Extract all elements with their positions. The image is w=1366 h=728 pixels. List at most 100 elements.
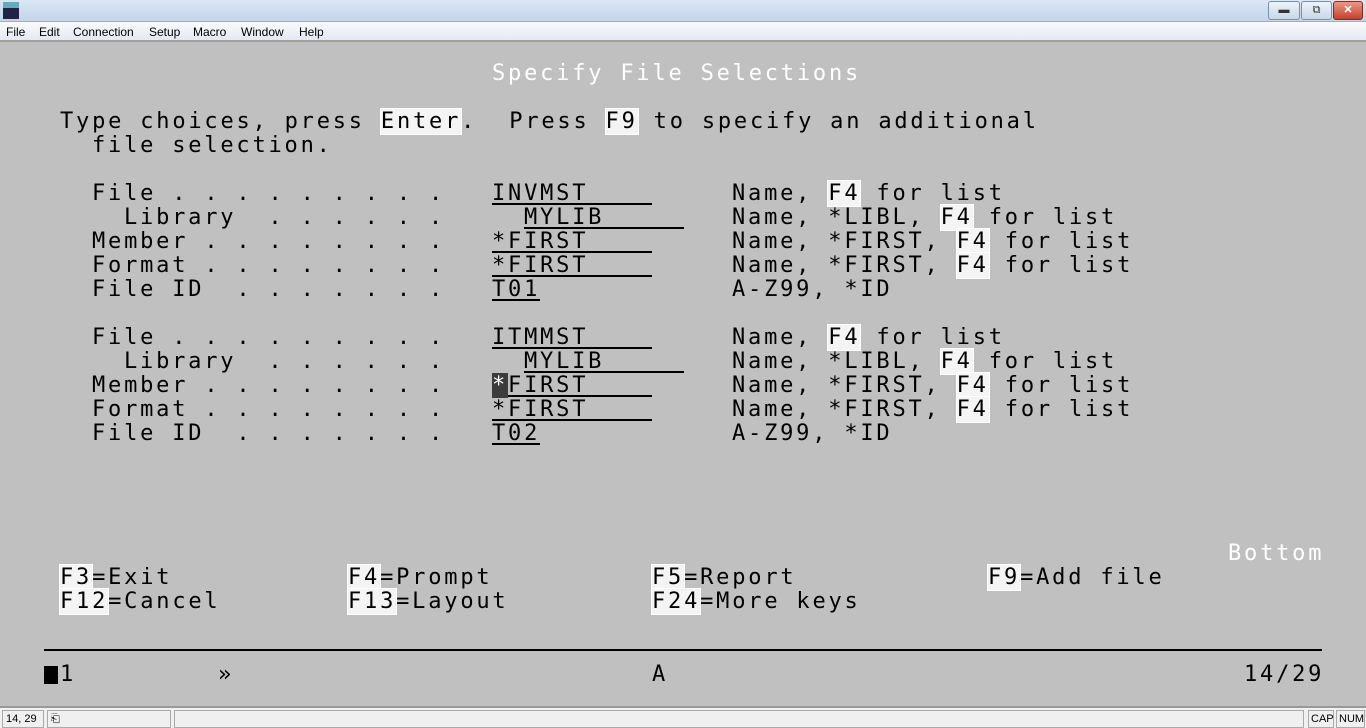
text: Name, *FIRST, [732,253,957,278]
session-number: 1 [60,662,77,687]
library-label: Library . . . . . . [124,349,445,374]
library-input-2[interactable]: MYLIB [524,351,684,373]
text: for list [988,373,1134,398]
status-message [174,710,1304,728]
label: =Exit [92,565,173,590]
key: F9 [986,564,1022,591]
label: =Report [684,565,797,590]
enter-key-hint[interactable]: Enter [379,108,463,135]
f4-key-hint[interactable]: F4 [939,348,974,375]
f4-key-hint[interactable]: F4 [827,324,862,351]
format-input-1[interactable]: *FIRST [492,255,652,277]
key: F13 [346,588,398,615]
text: for list [860,325,1005,350]
format-help: Name, *FIRST, F4 for list [732,396,1134,423]
file-help: Name, F4 for list [732,180,1005,207]
text-cursor: * [492,373,509,398]
caps-lock-indicator: CAP [1308,710,1334,728]
instructions-line-2: file selection. [92,133,333,158]
text: to specify an additional [637,109,1039,134]
label: =More keys [700,589,861,614]
text: . Press [461,109,606,134]
text: for list [972,205,1118,230]
file-id-help: A-Z99, *ID [732,277,893,302]
restore-button[interactable]: ⧉ [1301,1,1332,20]
key: F4 [346,564,382,591]
file-id-input-2[interactable]: T02 [492,423,540,445]
fkey-f24[interactable]: F24=More keys [650,588,861,615]
ibm-logo-icon[interactable] [3,2,19,19]
f4-key-hint[interactable]: F4 [955,372,990,399]
title-bar: ▬ ⧉ ✕ [0,0,1366,22]
minimize-button[interactable]: ▬ [1268,1,1300,20]
format-label: Format . . . . . . . . [92,397,445,422]
file-id-label: File ID . . . . . . . [92,421,445,446]
more-indicator: Bottom [1228,541,1325,566]
text: for list [972,349,1118,374]
file-id-input-1[interactable]: T01 [492,279,540,301]
text: for list [988,253,1134,278]
fkey-f9[interactable]: F9=Add file [986,564,1165,591]
text: FIRST [508,373,589,398]
member-input-2[interactable]: *FIRST [492,373,652,398]
key: F5 [650,564,686,591]
file-input-2[interactable]: ITMMST [492,327,652,349]
text: for list [860,181,1005,206]
file-label: File . . . . . . . . . [92,325,445,350]
file-id-help: A-Z99, *ID [732,421,893,446]
text: Name, [732,181,829,206]
screen-title: Specify File Selections [492,61,862,86]
status-position: 14, 29 [2,710,44,728]
key: F12 [58,588,110,615]
menu-connection[interactable]: Connection [73,25,134,39]
mode-indicator: A [652,662,669,687]
format-help: Name, *FIRST, F4 for list [732,252,1134,279]
library-input-1[interactable]: MYLIB [524,207,684,229]
file-input-1[interactable]: INVMST [492,183,652,205]
text: Name, *FIRST, [732,397,957,422]
library-label: Library . . . . . . [124,205,445,230]
library-help: Name, *LIBL, F4 for list [732,348,1118,375]
status-bar: 14, 29 ⎗ CAP NUM [0,706,1366,728]
menu-edit[interactable]: Edit [39,25,60,39]
label: =Add file [1020,565,1165,590]
member-help: Name, *FIRST, F4 for list [732,372,1134,399]
f4-key-hint[interactable]: F4 [827,180,862,207]
member-label: Member . . . . . . . . [92,229,445,254]
f4-key-hint[interactable]: F4 [955,396,990,423]
menu-setup[interactable]: Setup [149,25,180,39]
fkey-f5[interactable]: F5=Report [650,564,797,591]
key: F3 [58,564,94,591]
text: Name, *FIRST, [732,229,957,254]
f4-key-hint[interactable]: F4 [955,228,990,255]
text: Name, [732,325,829,350]
connection-plug-icon: ⎗ [47,710,171,728]
label: =Layout [396,589,509,614]
menu-window[interactable]: Window [241,25,284,39]
text: Name, *LIBL, [732,349,941,374]
label: =Cancel [108,589,221,614]
member-input-1[interactable]: *FIRST [492,231,652,253]
close-button[interactable]: ✕ [1333,1,1363,20]
text: for list [988,397,1134,422]
key: F24 [650,588,702,615]
terminal-screen[interactable]: Specify File Selections Type choices, pr… [0,43,1366,706]
member-help: Name, *FIRST, F4 for list [732,228,1133,255]
f4-key-hint[interactable]: F4 [939,204,974,231]
fkey-f3[interactable]: F3=Exit [58,564,173,591]
menu-macro[interactable]: Macro [193,25,226,39]
label: =Prompt [380,565,493,590]
oia-divider [44,649,1322,651]
menu-file[interactable]: File [6,25,25,39]
fkey-f13[interactable]: F13=Layout [346,588,509,615]
f9-key-hint[interactable]: F9 [604,108,639,135]
text: Type choices, press [60,109,381,134]
fkey-f12[interactable]: F12=Cancel [58,588,221,615]
format-input-2[interactable]: *FIRST [492,399,652,421]
keyboard-ready-indicator [44,666,58,684]
fkey-f4[interactable]: F4=Prompt [346,564,493,591]
f4-key-hint[interactable]: F4 [955,252,990,279]
menu-help[interactable]: Help [299,25,324,39]
file-label: File . . . . . . . . . [92,181,445,206]
file-help: Name, F4 for list [732,324,1005,351]
